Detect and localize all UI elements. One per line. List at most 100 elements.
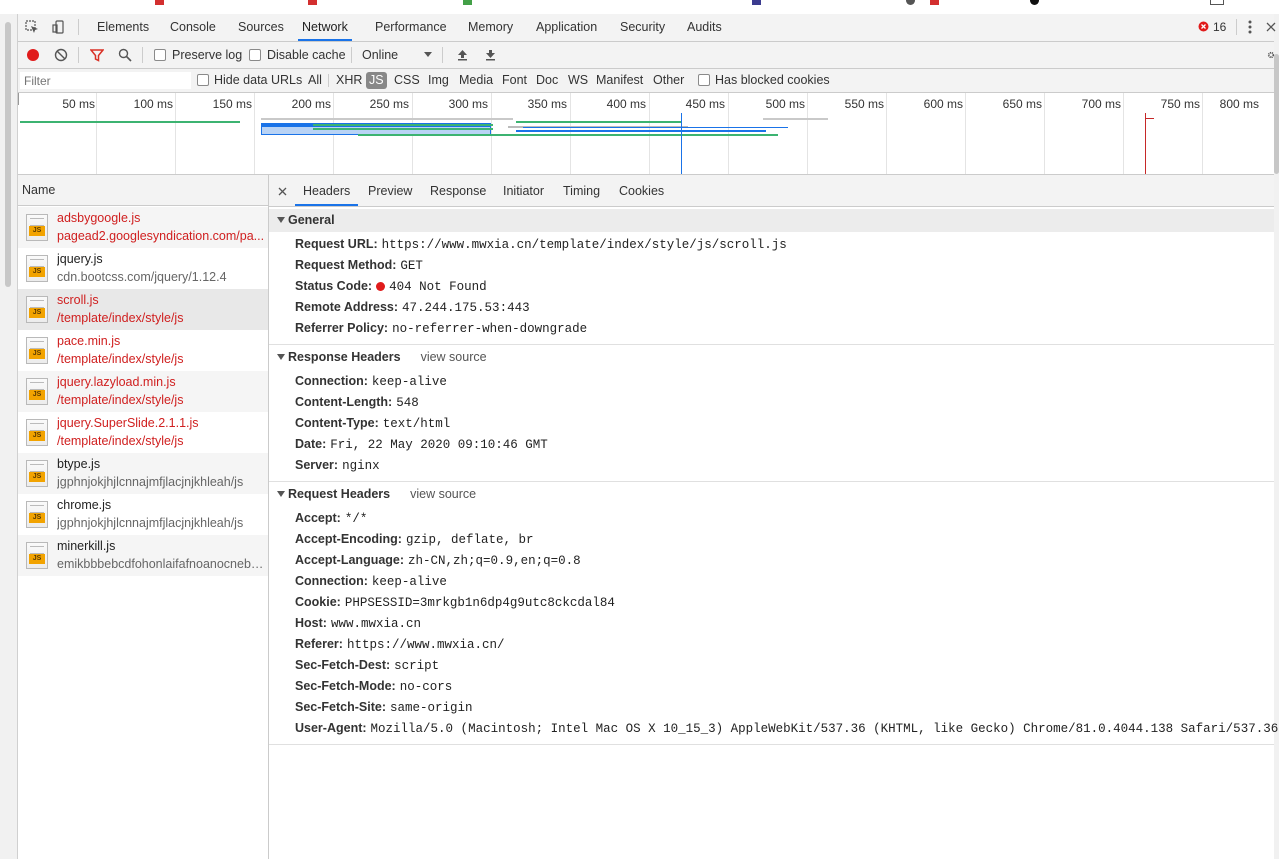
hide-data-urls-checkbox[interactable] [197, 74, 209, 86]
header-value: PHPSESSID=3mrkgb1n6dp4g9utc8ckcdal84 [344, 596, 615, 610]
right-scrollbar-thumb[interactable] [1274, 54, 1279, 174]
header-value: zh-CN,zh;q=0.9,en;q=0.8 [408, 554, 581, 568]
tab-response[interactable]: Response [430, 175, 486, 206]
request-headers-title: Request Headers [288, 487, 391, 501]
request-row[interactable]: JS minerkill.js emikbbbebcdfohonlaifafnoan… [18, 535, 268, 576]
filter-type-xhr[interactable]: XHR [336, 69, 362, 92]
header-value: gzip, deflate, br [405, 533, 534, 547]
tab-initiator[interactable]: Initiator [503, 175, 544, 206]
tab-security[interactable]: Security [620, 14, 665, 41]
blocked-cookies-label[interactable]: Has blocked cookies [715, 69, 830, 92]
header-row: Accept: */* [295, 508, 367, 529]
header-row: Connection: keep-alive [295, 571, 447, 592]
tick-label: 200 ms [291, 97, 331, 111]
filter-type-ws[interactable]: WS [568, 69, 588, 92]
more-menu-icon[interactable] [1244, 20, 1256, 34]
filter-type-css[interactable]: CSS [394, 69, 420, 92]
response-headers-section-header[interactable]: Response Headers view source [269, 346, 1274, 369]
header-row: Accept-Encoding: gzip, deflate, br [295, 529, 533, 550]
search-icon[interactable] [118, 48, 132, 62]
request-row[interactable]: JS scroll.js/template/index/style/js [18, 289, 268, 330]
left-scrollbar[interactable] [0, 14, 18, 859]
header-key: Content-Type: [295, 416, 379, 430]
close-detail-icon[interactable] [277, 186, 287, 196]
header-value: GET [400, 259, 423, 273]
timeline-overview[interactable]: 50 ms 100 ms 150 ms 200 ms 250 ms 300 ms… [18, 93, 1274, 175]
filter-type-img[interactable]: Img [428, 69, 449, 92]
import-har-icon[interactable] [456, 48, 468, 62]
throttle-select[interactable]: Online [362, 42, 398, 68]
general-title: General [288, 213, 335, 227]
filter-type-js[interactable]: JS [366, 72, 387, 89]
filter-type-media[interactable]: Media [459, 69, 493, 92]
js-file-icon: JS [26, 542, 48, 569]
filter-input[interactable] [20, 72, 191, 89]
request-path: jgphnjokjhjlcnnajmfjlacjnjkhleah/js [57, 475, 244, 489]
preserve-log-label[interactable]: Preserve log [172, 42, 242, 68]
disable-cache-label[interactable]: Disable cache [267, 42, 346, 68]
tab-elements[interactable]: Elements [97, 14, 149, 41]
tab-cookies[interactable]: Cookies [619, 175, 664, 206]
filter-type-doc[interactable]: Doc [536, 69, 558, 92]
tab-application[interactable]: Application [536, 14, 597, 41]
tab-network[interactable]: Network [298, 14, 352, 41]
response-view-source-link[interactable]: view source [421, 350, 487, 364]
request-row[interactable]: JS btype.js jgphnjokjhjlcnnajmfjlacjnjkhle… [18, 453, 268, 494]
triangle-down-icon [277, 354, 285, 361]
filter-type-other[interactable]: Other [653, 69, 684, 92]
header-key: Accept-Language: [295, 553, 405, 567]
header-row: Server: nginx [295, 455, 380, 476]
tick-label: 450 ms [685, 97, 725, 111]
tab-console[interactable]: Console [170, 14, 216, 41]
tab-memory[interactable]: Memory [468, 14, 513, 41]
request-name: scroll.js [57, 293, 99, 307]
preserve-log-checkbox[interactable] [154, 49, 166, 61]
tab-headers[interactable]: Headers [295, 175, 359, 206]
tab-timing[interactable]: Timing [563, 175, 600, 206]
js-file-icon: JS [26, 378, 48, 405]
header-key: Accept-Encoding: [295, 532, 402, 546]
error-count[interactable]: 16 [1213, 14, 1226, 41]
request-row[interactable]: JS jquery.SuperSlide.2.1.1.js/template/in… [18, 412, 268, 453]
filter-icon[interactable] [90, 48, 104, 62]
request-view-source-link[interactable]: view source [410, 487, 476, 501]
tab-preview[interactable]: Preview [368, 175, 412, 206]
tab-audits[interactable]: Audits [687, 14, 722, 41]
left-scrollbar-thumb[interactable] [5, 22, 11, 287]
request-row[interactable]: JS jquery.lazyload.min.js/template/index/… [18, 371, 268, 412]
general-section-header[interactable]: General [269, 209, 1274, 232]
error-icon[interactable] [1198, 21, 1209, 32]
filter-type-font[interactable]: Font [502, 69, 527, 92]
chevron-down-icon[interactable] [423, 51, 432, 59]
request-row[interactable]: JS pace.min.js/template/index/style/js [18, 330, 268, 371]
clear-icon[interactable] [54, 48, 68, 62]
filter-type-manifest[interactable]: Manifest [596, 69, 643, 92]
tab-performance[interactable]: Performance [375, 14, 447, 41]
request-row[interactable]: JS chrome.js jgphnjokjhjlcnnajmfjlacjnjkhl… [18, 494, 268, 535]
export-har-icon[interactable] [484, 48, 496, 62]
dom-content-loaded-marker [681, 113, 682, 174]
tick-label: 650 ms [1002, 97, 1042, 111]
request-row[interactable]: JS adsbygoogle.js pagead2.googlesyndicatio… [18, 207, 268, 248]
filter-type-all[interactable]: All [308, 69, 322, 92]
request-path: emikbbbebcdfohonlaifafnoanocnebl/js [57, 557, 265, 571]
header-row: Referer: https://www.mwxia.cn/ [295, 634, 504, 655]
request-row[interactable]: JS jquery.js cdn.bootcss.com/jquery/1.12.4 [18, 248, 268, 289]
detail-tabs: Headers Preview Response Initiator Timin… [269, 175, 1274, 207]
tab-sources[interactable]: Sources [238, 14, 284, 41]
hide-data-urls-label[interactable]: Hide data URLs [214, 69, 302, 92]
device-toolbar-icon[interactable] [51, 19, 67, 35]
gear-icon[interactable] [1267, 48, 1275, 62]
record-icon[interactable] [26, 48, 40, 62]
disable-cache-checkbox[interactable] [249, 49, 261, 61]
inspect-element-icon[interactable] [24, 19, 40, 35]
header-value: https://www.mwxia.cn/template/index/styl… [381, 238, 787, 252]
request-headers-section-header[interactable]: Request Headers view source [269, 483, 1274, 506]
triangle-down-icon [277, 491, 285, 498]
name-column-header[interactable]: Name [18, 175, 268, 206]
browser-bookmark-strip [0, 0, 1279, 14]
timeline-bar [516, 130, 766, 132]
blocked-cookies-checkbox[interactable] [698, 74, 710, 86]
close-icon[interactable] [1266, 20, 1276, 34]
header-row: Content-Length: 548 [295, 392, 419, 413]
